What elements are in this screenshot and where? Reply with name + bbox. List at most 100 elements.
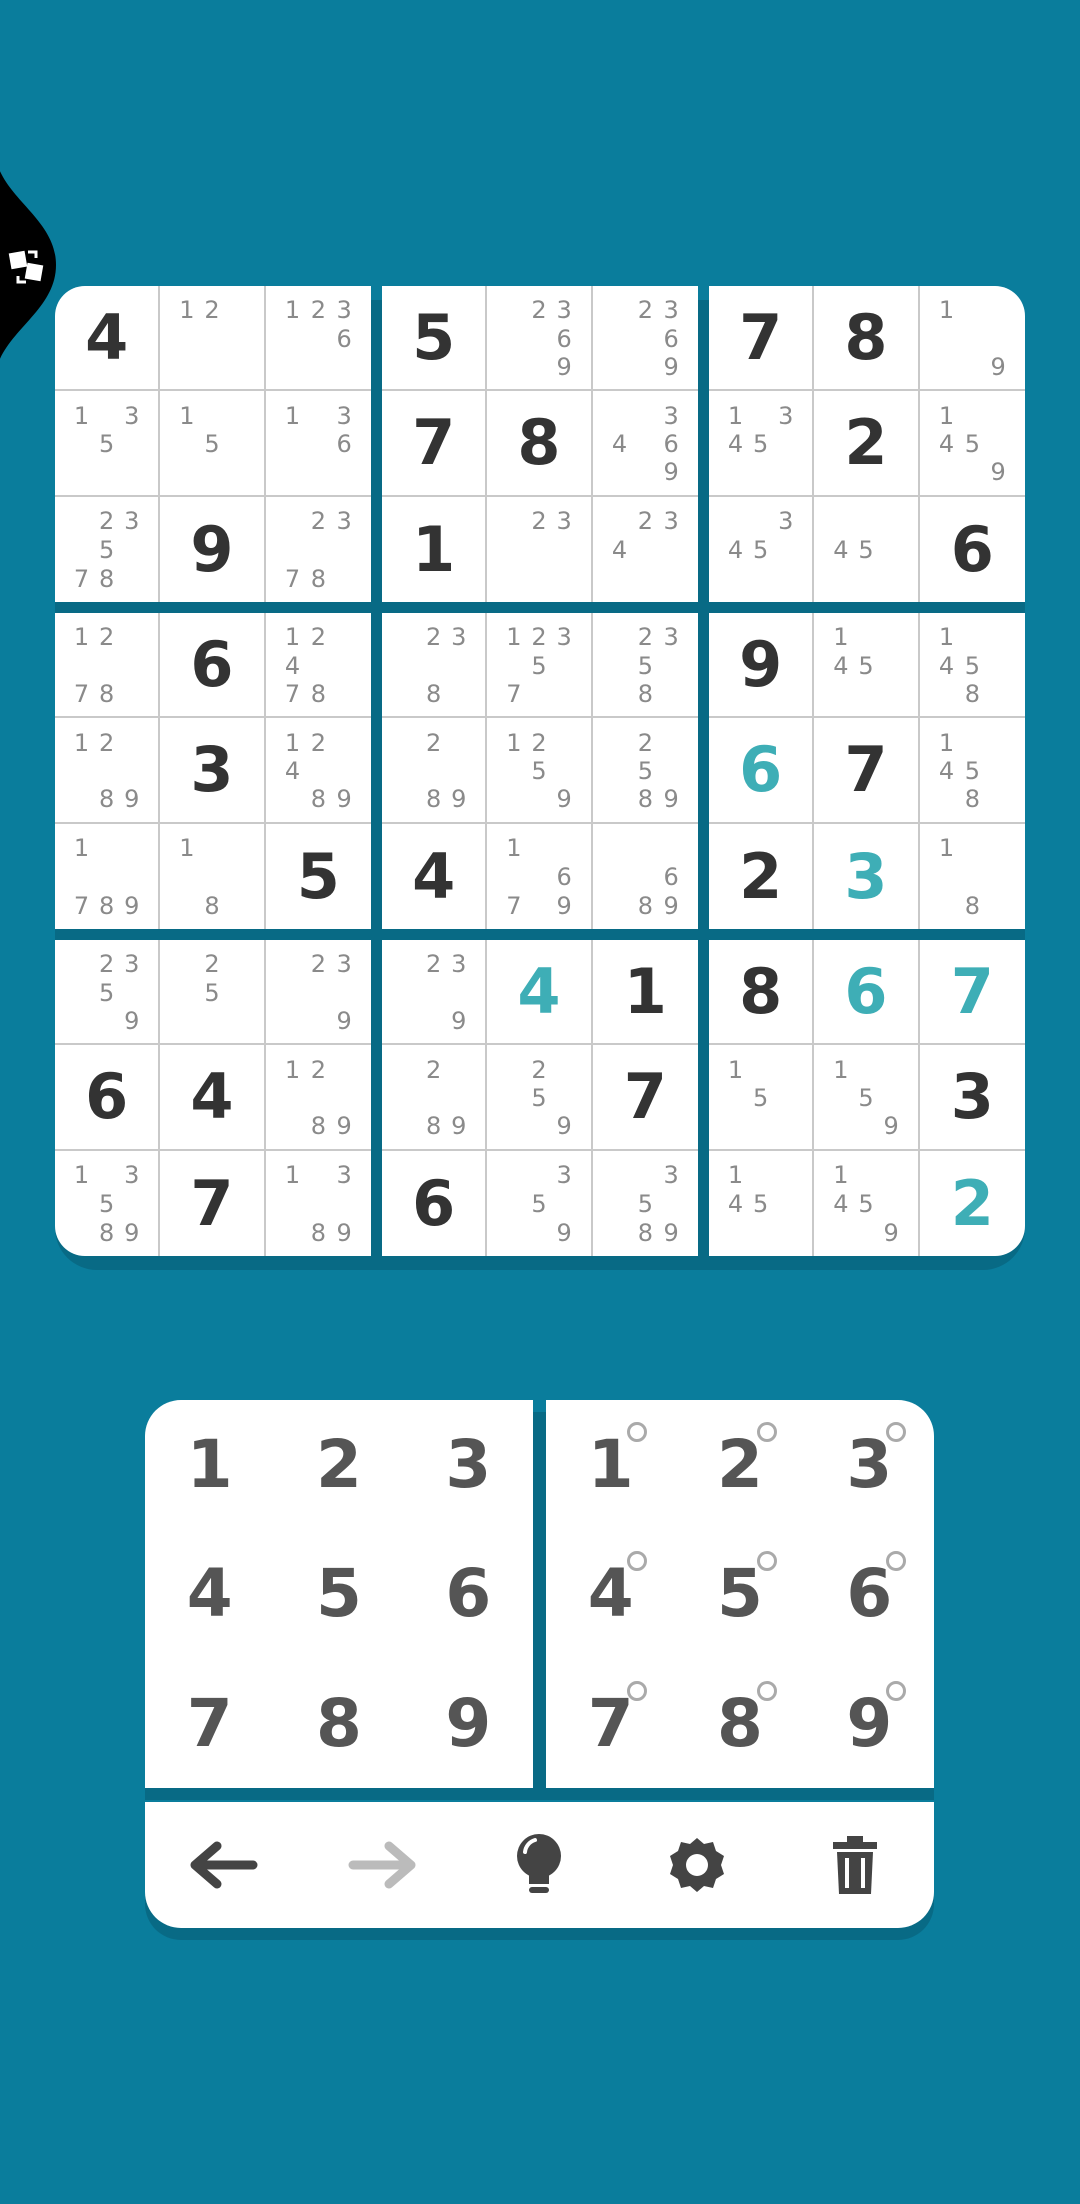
note-key-8[interactable]: 8: [675, 1659, 804, 1788]
sudoku-cell[interactable]: 3 45: [709, 496, 815, 602]
sudoku-cell[interactable]: 2 89: [382, 1045, 488, 1151]
sudoku-cell[interactable]: 23578: [55, 496, 161, 602]
sudoku-cell[interactable]: 8: [709, 940, 815, 1046]
sudoku-cell[interactable]: 2: [920, 1151, 1025, 1256]
sudoku-cell[interactable]: 2358: [592, 613, 698, 719]
sudoku-cell[interactable]: 1679: [487, 823, 593, 929]
sudoku-cell[interactable]: 6: [160, 613, 266, 719]
sudoku-cell[interactable]: 4: [160, 1045, 266, 1151]
sudoku-cell[interactable]: 1278: [55, 613, 161, 719]
sudoku-cell[interactable]: 1: [382, 496, 488, 602]
sudoku-cell[interactable]: 9: [160, 496, 266, 602]
sudoku-cell[interactable]: 159: [814, 1045, 920, 1151]
note-key-2[interactable]: 2: [675, 1400, 804, 1529]
sudoku-cell[interactable]: 45: [814, 496, 920, 602]
sudoku-cell[interactable]: 2359: [55, 940, 161, 1046]
digit-key-2[interactable]: 2: [274, 1400, 403, 1529]
sudoku-cell[interactable]: 1259: [487, 718, 593, 824]
sudoku-cell[interactable]: 3589: [593, 1151, 698, 1256]
sudoku-cell[interactable]: 8: [814, 286, 920, 392]
settings-button[interactable]: [652, 1820, 742, 1910]
sudoku-cell[interactable]: 1 35: [55, 391, 161, 497]
sudoku-cell[interactable]: 689: [593, 824, 698, 929]
sudoku-cell[interactable]: 1 36: [265, 391, 371, 497]
puzzle-swap-icon[interactable]: [6, 246, 48, 288]
sudoku-cell[interactable]: 145: [709, 1150, 815, 1256]
sudoku-cell[interactable]: 2369: [592, 286, 698, 392]
sudoku-cell[interactable]: 12489: [265, 718, 371, 824]
sudoku-cell[interactable]: 2369: [487, 286, 593, 392]
sudoku-cell[interactable]: 12478: [265, 613, 371, 719]
sudoku-cell[interactable]: 238: [382, 613, 488, 719]
note-key-4[interactable]: 4: [546, 1529, 675, 1658]
hint-button[interactable]: [494, 1820, 584, 1910]
sudoku-cell[interactable]: 7: [382, 391, 488, 497]
digit-key-5[interactable]: 5: [274, 1529, 403, 1658]
sudoku-cell[interactable]: 6: [920, 497, 1025, 602]
sudoku-cell[interactable]: 12: [160, 286, 266, 392]
note-key-3[interactable]: 3: [805, 1400, 934, 1529]
sudoku-cell[interactable]: 1789: [55, 823, 161, 929]
note-key-1[interactable]: 1: [546, 1400, 675, 1529]
sudoku-cell[interactable]: 25: [160, 940, 266, 1046]
sudoku-cell[interactable]: 2589: [592, 718, 698, 824]
sudoku-cell[interactable]: 1 3589: [55, 1150, 161, 1256]
undo-button[interactable]: [179, 1820, 269, 1910]
digit-key-3[interactable]: 3: [404, 1400, 533, 1529]
sudoku-cell[interactable]: 2: [709, 823, 815, 929]
sudoku-cell[interactable]: 7: [160, 1150, 266, 1256]
sudoku-cell[interactable]: 3 4 69: [592, 391, 698, 497]
sudoku-cell[interactable]: 3: [919, 1045, 1025, 1151]
note-key-9[interactable]: 9: [805, 1659, 934, 1788]
digit-key-7[interactable]: 7: [145, 1659, 274, 1788]
sudoku-cell[interactable]: 359: [487, 1150, 593, 1256]
sudoku-cell[interactable]: 145: [814, 613, 920, 719]
sudoku-cell[interactable]: 4: [55, 286, 161, 392]
sudoku-cell[interactable]: 3: [814, 823, 920, 929]
sudoku-cell[interactable]: 9: [709, 613, 815, 719]
erase-button[interactable]: [810, 1820, 900, 1910]
sudoku-cell[interactable]: 7: [814, 718, 920, 824]
sudoku-cell[interactable]: 18: [920, 824, 1025, 929]
note-key-5[interactable]: 5: [675, 1529, 804, 1658]
sudoku-cell[interactable]: 4: [487, 940, 593, 1046]
sudoku-cell[interactable]: 6: [814, 940, 920, 1046]
sudoku-cell[interactable]: 1 389: [266, 1151, 371, 1256]
sudoku-cell[interactable]: 1 3 45: [709, 391, 815, 497]
sudoku-cell[interactable]: 1458: [919, 718, 1025, 824]
sudoku-cell[interactable]: 18: [160, 823, 266, 929]
sudoku-cell[interactable]: 1459: [919, 391, 1025, 497]
sudoku-cell[interactable]: 1459: [814, 1150, 920, 1256]
sudoku-cell[interactable]: 15: [160, 391, 266, 497]
sudoku-cell[interactable]: 5: [266, 824, 371, 929]
sudoku-cell[interactable]: 5: [382, 286, 488, 392]
note-key-7[interactable]: 7: [546, 1659, 675, 1788]
sudoku-cell[interactable]: 12 89: [265, 1045, 371, 1151]
redo-button[interactable]: [337, 1820, 427, 1910]
sudoku-cell[interactable]: 23: [487, 496, 593, 602]
sudoku-cell[interactable]: 23 9: [382, 940, 488, 1046]
digit-key-4[interactable]: 4: [145, 1529, 274, 1658]
sudoku-cell[interactable]: 8: [487, 391, 593, 497]
sudoku-cell[interactable]: 1458: [919, 613, 1025, 719]
sudoku-cell[interactable]: 23 4: [593, 497, 698, 602]
sudoku-cell[interactable]: 1236: [265, 286, 371, 392]
sudoku-cell[interactable]: 15: [709, 1045, 815, 1151]
sudoku-cell[interactable]: 2: [814, 391, 920, 497]
digit-key-6[interactable]: 6: [404, 1529, 533, 1658]
sudoku-cell[interactable]: 1: [592, 940, 698, 1046]
note-key-6[interactable]: 6: [805, 1529, 934, 1658]
sudoku-cell[interactable]: 259: [487, 1045, 593, 1151]
sudoku-cell[interactable]: 4: [382, 823, 488, 929]
sudoku-cell[interactable]: 2 89: [382, 718, 488, 824]
sudoku-cell[interactable]: 6: [709, 718, 815, 824]
sudoku-cell[interactable]: 6: [55, 1045, 161, 1151]
sudoku-cell[interactable]: 7: [592, 1045, 698, 1151]
digit-key-9[interactable]: 9: [404, 1659, 533, 1788]
sudoku-cell[interactable]: 12357: [487, 613, 593, 719]
digit-key-8[interactable]: 8: [274, 1659, 403, 1788]
sudoku-cell[interactable]: 23 78: [266, 497, 371, 602]
sudoku-cell[interactable]: 7: [709, 286, 815, 392]
sudoku-cell[interactable]: 3: [160, 718, 266, 824]
sudoku-cell[interactable]: 19: [919, 286, 1025, 392]
